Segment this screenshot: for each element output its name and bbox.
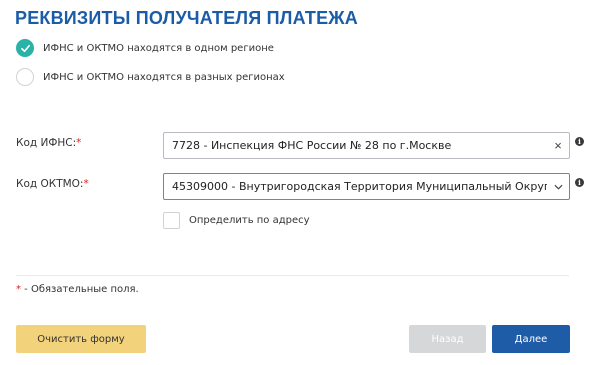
clear-form-button[interactable]: Очистить форму xyxy=(16,325,146,353)
ifns-input[interactable]: 7728 - Инспекция ФНС России № 28 по г.Мо… xyxy=(163,132,570,159)
chevron-down-icon[interactable] xyxy=(547,184,569,190)
clear-icon[interactable]: × xyxy=(547,138,569,153)
next-button[interactable]: Далее xyxy=(492,325,570,353)
oktmo-label-text: Код ОКТМО: xyxy=(16,178,84,190)
page-title: РЕКВИЗИТЫ ПОЛУЧАТЕЛЯ ПЛАТЕЖА xyxy=(15,8,358,28)
by-address-label: Определить по адресу xyxy=(189,215,310,226)
ifns-info-icon[interactable]: i xyxy=(575,137,584,146)
required-note-text: - Обязательные поля. xyxy=(21,284,139,295)
oktmo-info-icon[interactable]: i xyxy=(575,178,584,187)
radio-same-region-label: ИФНС и ОКТМО находятся в одном регионе xyxy=(43,42,274,54)
oktmo-field-label: Код ОКТМО:* xyxy=(16,178,89,190)
radio-same-region[interactable]: ИФНС и ОКТМО находятся в одном регионе xyxy=(16,39,274,57)
radio-unchecked-icon[interactable] xyxy=(16,68,34,86)
by-address-checkbox[interactable] xyxy=(163,212,180,229)
oktmo-select[interactable]: 45309000 - Внутригородская Территория Му… xyxy=(163,173,570,200)
divider xyxy=(16,275,569,276)
ifns-input-value[interactable]: 7728 - Инспекция ФНС России № 28 по г.Мо… xyxy=(172,139,547,152)
ifns-label-text: Код ИФНС: xyxy=(16,137,77,149)
radio-different-regions-label: ИФНС и ОКТМО находятся в разных регионах xyxy=(43,71,285,83)
by-address-checkbox-row[interactable]: Определить по адресу xyxy=(163,212,310,229)
required-mark: * xyxy=(83,178,89,190)
ifns-field-label: Код ИФНС:* xyxy=(16,137,81,149)
radio-different-regions[interactable]: ИФНС и ОКТМО находятся в разных регионах xyxy=(16,68,285,86)
required-fields-note: * - Обязательные поля. xyxy=(16,284,139,295)
back-button[interactable]: Назад xyxy=(409,325,486,353)
oktmo-select-value[interactable]: 45309000 - Внутригородская Территория Му… xyxy=(172,180,547,193)
radio-checked-icon[interactable] xyxy=(16,39,34,57)
required-mark: * xyxy=(76,137,82,149)
